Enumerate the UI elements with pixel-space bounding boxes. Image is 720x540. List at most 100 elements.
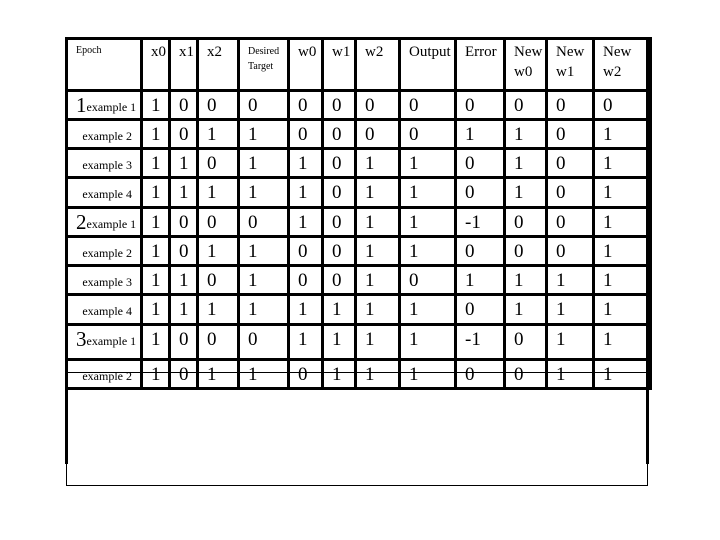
cell-w1: 0: [321, 206, 357, 238]
cell-new-w0: 0: [503, 358, 548, 390]
cell-w1: 1: [321, 293, 357, 326]
cell-w2: 0: [354, 89, 401, 121]
row-label: 3 example 1: [65, 323, 143, 361]
epoch-number: 2: [76, 210, 87, 234]
cell-new-w0: 1: [503, 293, 548, 326]
header-error: Error: [454, 37, 506, 92]
cell-x2: 0: [196, 89, 240, 121]
cell-new-w1: 1: [545, 264, 595, 296]
table-row: example 4111110110101: [65, 176, 652, 209]
cell-x2: 1: [196, 235, 240, 267]
cell-output: 0: [398, 89, 457, 121]
header-w0: w0: [287, 37, 324, 92]
cell-new-w2: 1: [592, 147, 652, 179]
cell-new-w0: 0: [503, 323, 548, 361]
cell-error: 0: [454, 293, 506, 326]
cell-w1: 0: [321, 89, 357, 121]
cell-x2: 0: [196, 323, 240, 361]
row-label: example 4: [65, 176, 143, 209]
cell-error: 1: [454, 264, 506, 296]
cell-new-w1: 1: [545, 293, 595, 326]
table-row: example 2101100110001: [65, 235, 652, 267]
table-row: 2 example 1 1 0 0 0 1 0 1 1 -1 0 0 1: [65, 206, 652, 238]
cell-x2: 1: [196, 293, 240, 326]
cell-x0: 1: [140, 264, 171, 296]
cell-w0: 0: [287, 264, 324, 296]
cell-error: -1: [454, 323, 506, 361]
cell-w0: 1: [287, 293, 324, 326]
header-x1: x1: [168, 37, 199, 92]
cell-w2: 1: [354, 264, 401, 296]
cell-x0: 1: [140, 118, 171, 150]
cell-new-w2: 1: [592, 264, 652, 296]
cell-new-w1: 0: [545, 147, 595, 179]
row-label: example 2: [65, 235, 143, 267]
cell-x1: 0: [168, 89, 199, 121]
header-new-w0: New w0: [503, 37, 548, 92]
cell-x1: 1: [168, 147, 199, 179]
row-label: example 2: [65, 118, 143, 150]
cell-output: 0: [398, 118, 457, 150]
cell-desired-target: 1: [237, 235, 290, 267]
cell-w2: 1: [354, 293, 401, 326]
cell-new-w0: 0: [503, 89, 548, 121]
cell-w1: 0: [321, 118, 357, 150]
cell-w2: 0: [354, 118, 401, 150]
cell-x1: 0: [168, 235, 199, 267]
cell-w1: 0: [321, 147, 357, 179]
cell-x1: 0: [168, 118, 199, 150]
cell-desired-target: 1: [237, 358, 290, 390]
cell-desired-target: 0: [237, 89, 290, 121]
cell-new-w1: 0: [545, 118, 595, 150]
cell-x1: 0: [168, 358, 199, 390]
cell-new-w0: 0: [503, 206, 548, 238]
cell-output: 0: [398, 264, 457, 296]
cell-new-w0: 1: [503, 118, 548, 150]
cell-new-w2: 1: [592, 235, 652, 267]
header-new-w2: New w2: [592, 37, 652, 92]
cell-new-w1: 1: [545, 358, 595, 390]
cell-w2: 1: [354, 235, 401, 267]
cell-x0: 1: [140, 235, 171, 267]
cell-new-w1: 0: [545, 176, 595, 209]
cell-w1: 0: [321, 264, 357, 296]
cell-w2: 1: [354, 206, 401, 238]
cell-x2: 1: [196, 118, 240, 150]
cell-new-w0: 1: [503, 176, 548, 209]
cell-x0: 1: [140, 206, 171, 238]
cell-x0: 1: [140, 358, 171, 390]
cell-w0: 0: [287, 89, 324, 121]
example-label: example 1: [86, 100, 137, 114]
cell-x0: 1: [140, 293, 171, 326]
cell-new-w2: 1: [592, 293, 652, 326]
cell-output: 1: [398, 293, 457, 326]
cell-x1: 0: [168, 323, 199, 361]
cell-desired-target: 1: [237, 118, 290, 150]
header-x2: x2: [196, 37, 240, 92]
table-row: example 3110110110101: [65, 147, 652, 179]
cell-x1: 1: [168, 264, 199, 296]
cell-new-w0: 0: [503, 235, 548, 267]
epoch-number: 1: [76, 93, 87, 117]
cell-x2: 0: [196, 147, 240, 179]
cell-desired-target: 0: [237, 323, 290, 361]
cell-desired-target: 1: [237, 264, 290, 296]
cell-x2: 1: [196, 176, 240, 209]
header-w2: w2: [354, 37, 401, 92]
cell-x1: 0: [168, 206, 199, 238]
cell-w0: 0: [287, 358, 324, 390]
cell-new-w1: 1: [545, 323, 595, 361]
cell-x0: 1: [140, 147, 171, 179]
cell-x0: 1: [140, 323, 171, 361]
row-label: example 2: [65, 358, 143, 390]
row-label: example 3: [65, 264, 143, 296]
cell-x2: 0: [196, 264, 240, 296]
example-label: example 4: [82, 187, 132, 201]
cell-w0: 0: [287, 118, 324, 150]
header-new-w1: New w1: [545, 37, 595, 92]
cell-error: 0: [454, 235, 506, 267]
row-label: example 3: [65, 147, 143, 179]
header-w1: w1: [321, 37, 357, 92]
cell-error: 0: [454, 147, 506, 179]
example-label: example 4: [82, 304, 132, 318]
